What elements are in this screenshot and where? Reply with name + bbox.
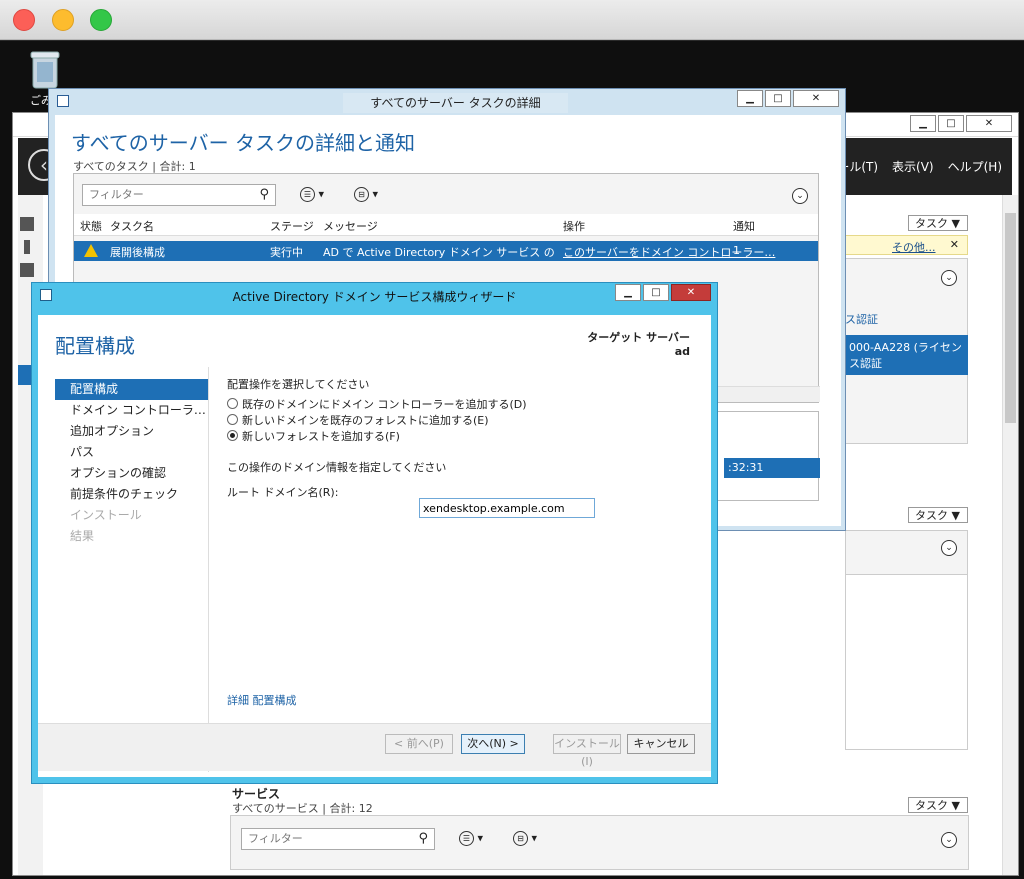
all-servers-icon[interactable] [20,263,34,277]
timestamp-row[interactable]: :32:31 [724,458,820,478]
root-domain-label: ルート ドメイン名(R): [227,486,339,499]
more-info-link[interactable]: 詳細 配置構成 [227,692,297,708]
chevron-down-icon-2[interactable]: ⌄ [941,540,957,556]
others-link[interactable]: その他... [892,239,936,255]
col-task-name[interactable]: タスク名 [110,218,154,234]
task-table-header: 状態 タスク名 ステージ メッセージ 操作 通知 [74,214,818,236]
menu-view[interactable]: 表示(V) [892,158,934,175]
dashboard-icon[interactable] [20,217,34,231]
server-manager-menu: ール(T) 表示(V) ヘルプ(H) [837,158,1002,175]
bg-selected-row[interactable]: 000-AA228 (ライセンス認証 [845,335,968,375]
local-server-icon[interactable] [24,240,30,254]
chevron-down-icon[interactable]: ⌄ [941,270,957,286]
wizard-nav: 配置構成 ドメイン コントローラー オプ… 追加オプション パス オプションの確… [55,379,208,547]
bpa-panel [845,530,968,750]
nav-paths[interactable]: パス [55,442,208,463]
wizard-titlebar: Active Directory ドメイン サービス構成ウィザード ▁ □ ✕ [32,283,717,309]
target-server-label: ターゲット サーバー [587,331,690,344]
minimize-button[interactable]: ▁ [910,115,936,132]
list-options-button[interactable]: ☰ ▾ [300,187,324,202]
next-button[interactable]: 次へ(N) > [461,734,525,754]
chevron-down-icon-3[interactable]: ⌄ [941,832,957,848]
page-title: 配置構成 [55,334,135,358]
radio-add-forest[interactable]: 新しいフォレストを追加する(F) [227,428,400,444]
vertical-scrollbar[interactable] [1002,195,1018,875]
task-details-heading: すべてのサーバー タスクの詳細と通知 [71,131,415,155]
task-details-titlebar: すべてのサーバー タスクの詳細 ▁ □ ✕ [49,89,845,115]
task-dropdown-3[interactable]: タスク ▼ [908,797,968,813]
chevron-down-icon[interactable]: ⌄ [792,188,808,204]
zoom-window-button[interactable] [90,9,112,31]
task-notify: 1 [733,244,740,257]
previous-button: < 前へ(P) [385,734,453,754]
cancel-button[interactable]: キャンセル [627,734,695,754]
nav-results: 結果 [70,529,95,543]
col-notify[interactable]: 通知 [733,218,755,234]
search-icon: ⚲ [418,831,428,846]
task-name: 展開後構成 [110,246,165,259]
task-action-link[interactable]: このサーバーをドメイン コントローラー… [563,244,775,260]
wizard-body: 配置構成 ターゲット サーバー ad 配置構成 ドメイン コントローラー オプ…… [38,315,711,777]
nav-dc-options[interactable]: ドメイン コントローラー オプ… [55,400,208,421]
wizard-header: 配置構成 ターゲット サーバー ad [38,315,711,367]
minimize-button[interactable]: ▁ [737,90,763,107]
app-icon [57,95,69,107]
target-server: ターゲット サーバー ad [587,331,690,359]
nav-installation: インストール [70,508,142,522]
wizard-content: 配置操作を選択してください 既存のドメインにドメイン コントローラーを追加する(… [208,367,711,772]
col-status[interactable]: 状態 [80,218,102,234]
radio-add-domain[interactable]: 新しいドメインを既存のフォレストに追加する(E) [227,412,489,428]
col-message[interactable]: メッセージ [323,218,378,234]
minimize-button[interactable]: ▁ [615,284,641,301]
close-icon[interactable]: ✕ [950,238,959,251]
minimize-window-button[interactable] [52,9,74,31]
save-query-button[interactable]: ⊟ ▾ [354,187,378,202]
col-stage[interactable]: ステージ [270,218,314,234]
task-dropdown[interactable]: タスク ▼ [908,215,968,231]
maximize-button[interactable]: □ [765,90,791,107]
close-button[interactable]: ✕ [671,284,711,301]
task-details-subtitle: すべてのタスク | 合計: 1 [73,160,196,173]
close-button[interactable]: ✕ [793,90,839,107]
services-list-options-button[interactable]: ☰ ▾ [459,831,483,846]
domain-info-label: この操作のドメイン情報を指定してください [227,461,447,474]
warning-icon [84,244,98,257]
nav-additional-options[interactable]: 追加オプション [55,421,208,442]
notification-bar: その他... ✕ [845,235,968,255]
root-domain-input[interactable] [419,498,595,518]
task-details-title: すべてのサーバー タスクの詳細 [343,93,568,113]
services-panel: フィルター ⚲ ☰ ▾ ⊟ ▾ ⌄ [230,815,969,870]
table-row[interactable]: 展開後構成 実行中 AD で Active Directory ドメイン サービ… [74,241,818,261]
recycle-bin-icon[interactable] [28,48,62,90]
mac-window-titlebar [0,0,1024,40]
scrollbar-thumb[interactable] [1005,213,1016,423]
task-stage: 実行中 [270,246,303,259]
close-window-button[interactable] [13,9,35,31]
nav-review-options[interactable]: オプションの確認 [55,463,208,484]
bg-link-text: ス認証 [845,313,878,326]
close-button[interactable]: ✕ [966,115,1012,132]
install-button: インストール(I) [553,734,621,768]
maximize-button[interactable]: □ [938,115,964,132]
task-message: AD で Active Directory ドメイン サービス の構成… [323,246,555,259]
services-save-button[interactable]: ⊟ ▾ [513,831,537,846]
maximize-button[interactable]: □ [643,284,669,301]
col-action[interactable]: 操作 [563,218,585,234]
task-dropdown-2[interactable]: タスク ▼ [908,507,968,523]
adds-wizard-dialog: Active Directory ドメイン サービス構成ウィザード ▁ □ ✕ … [31,282,718,784]
menu-help[interactable]: ヘルプ(H) [948,158,1002,175]
search-icon: ⚲ [259,187,269,202]
target-server-value: ad [674,345,690,358]
wizard-footer: < 前へ(P) 次へ(N) > インストール(I) キャンセル [38,723,711,771]
radio-add-dc[interactable]: 既存のドメインにドメイン コントローラーを追加する(D) [227,396,527,412]
filter-input[interactable]: フィルター ⚲ [82,184,276,206]
services-subtitle: すべてのサービス | 合計: 12 [232,802,373,815]
nav-deployment-config[interactable]: 配置構成 [55,379,208,400]
services-filter-input[interactable]: フィルター ⚲ [241,828,435,850]
nav-prerequisites[interactable]: 前提条件のチェック [55,484,208,505]
select-operation-label: 配置操作を選択してください [227,378,370,391]
